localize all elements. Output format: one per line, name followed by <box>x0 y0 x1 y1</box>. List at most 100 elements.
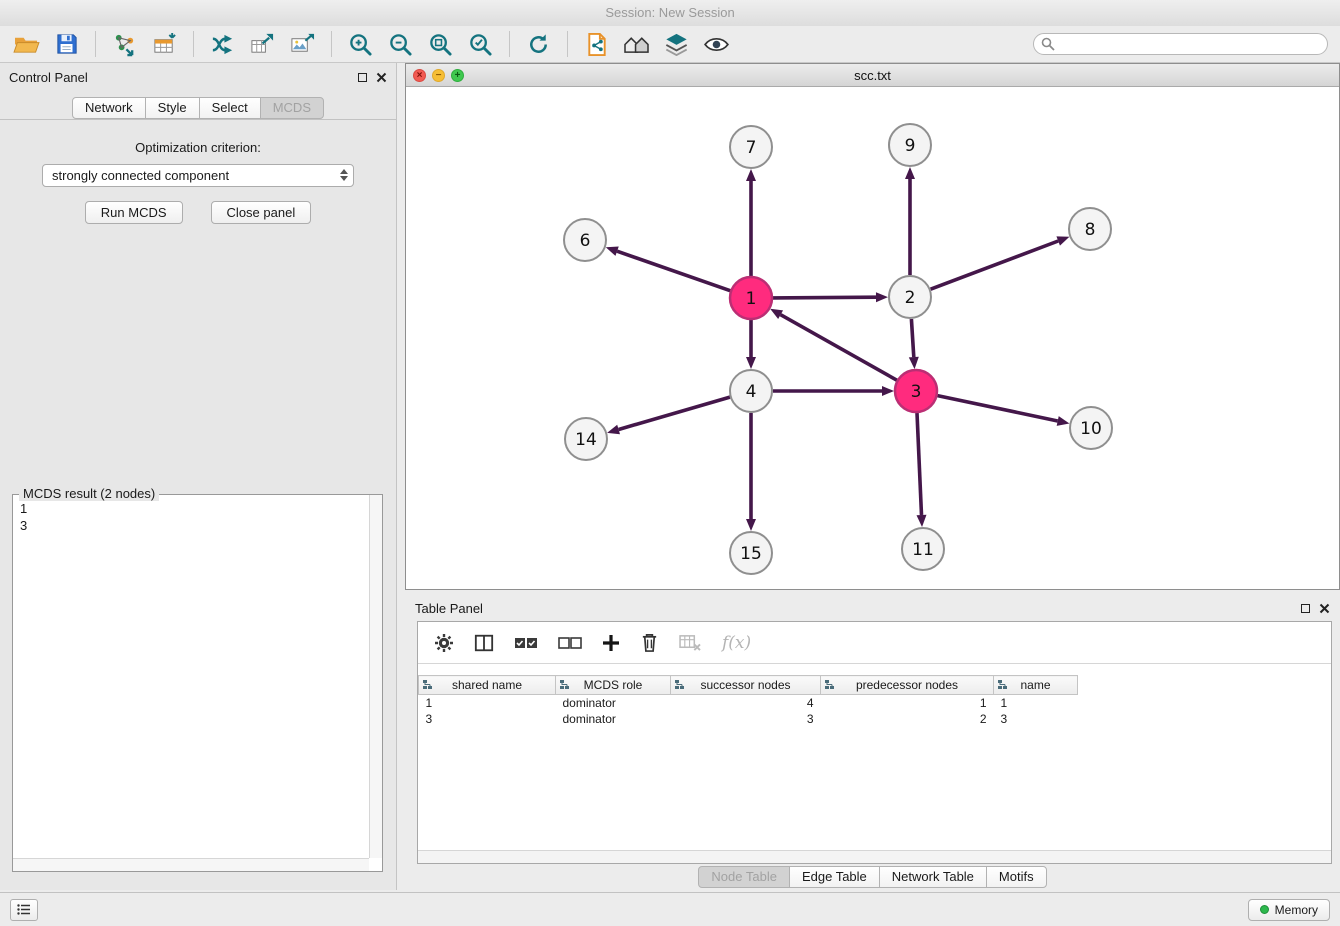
table-cell[interactable]: 1 <box>821 695 994 711</box>
table-cell[interactable]: 3 <box>419 711 556 727</box>
column-label: name <box>1020 678 1050 692</box>
tab-mcds[interactable]: MCDS <box>260 97 324 119</box>
table-row[interactable]: 1dominator411 <box>419 695 1078 711</box>
result-vertical-scrollbar[interactable] <box>369 495 382 858</box>
interaction-sort-icon[interactable] <box>422 679 433 693</box>
graph-node-7[interactable]: 7 <box>730 126 772 168</box>
select-all-columns-button[interactable] <box>514 635 538 651</box>
table-tab-network-table[interactable]: Network Table <box>879 866 987 888</box>
share-document-button[interactable] <box>580 30 613 58</box>
graph-node-4[interactable]: 4 <box>730 370 772 412</box>
edge-2-3[interactable] <box>911 319 913 357</box>
show-columns-button[interactable] <box>474 633 494 653</box>
table-cell[interactable]: dominator <box>556 695 671 711</box>
window-zoom-icon[interactable]: + <box>451 69 464 82</box>
column-header-successor-nodes[interactable]: successor nodes <box>671 676 821 695</box>
graph-node-10[interactable]: 10 <box>1070 407 1112 449</box>
float-panel-icon[interactable] <box>358 73 367 82</box>
new-network-button[interactable] <box>206 30 239 58</box>
table-cell[interactable]: 3 <box>671 711 821 727</box>
search-input[interactable] <box>1033 33 1328 55</box>
table-tab-motifs[interactable]: Motifs <box>986 866 1047 888</box>
result-horizontal-scrollbar[interactable] <box>13 858 369 871</box>
memory-button[interactable]: Memory <box>1248 899 1330 921</box>
table-cell[interactable]: 1 <box>419 695 556 711</box>
graph-node-6[interactable]: 6 <box>564 219 606 261</box>
zoom-out-button[interactable] <box>384 30 417 58</box>
close-panel-button[interactable]: Close panel <box>211 201 312 224</box>
zoom-fit-button[interactable] <box>424 30 457 58</box>
network-window-titlebar[interactable]: × − + scc.txt <box>406 64 1339 87</box>
tab-select[interactable]: Select <box>199 97 261 119</box>
tab-style[interactable]: Style <box>145 97 200 119</box>
import-table-button[interactable] <box>148 30 181 58</box>
edge-3-1[interactable] <box>781 315 897 381</box>
show-hide-button[interactable] <box>700 30 733 58</box>
graph-node-1[interactable]: 1 <box>730 277 772 319</box>
table-cell[interactable]: 3 <box>994 711 1078 727</box>
column-header-shared-name[interactable]: shared name <box>419 676 556 695</box>
open-session-button[interactable] <box>10 30 43 58</box>
edge-4-14[interactable] <box>619 397 730 429</box>
function-builder-button[interactable]: f(x) <box>722 633 751 653</box>
neighbors-button[interactable] <box>620 30 653 58</box>
style-button[interactable] <box>660 30 693 58</box>
graph-node-11[interactable]: 11 <box>902 528 944 570</box>
table-tab-node-table[interactable]: Node Table <box>698 866 790 888</box>
interaction-sort-icon[interactable] <box>674 679 685 693</box>
zoom-in-button[interactable] <box>344 30 377 58</box>
criterion-dropdown[interactable]: strongly connected component <box>42 164 354 187</box>
graph-node-2[interactable]: 2 <box>889 276 931 318</box>
float-panel-icon[interactable] <box>1301 604 1310 613</box>
edge-3-11[interactable] <box>917 413 922 515</box>
interaction-sort-icon[interactable] <box>997 679 1008 693</box>
close-panel-icon[interactable] <box>376 72 387 83</box>
edge-1-6[interactable] <box>617 251 730 291</box>
tab-network[interactable]: Network <box>72 97 146 119</box>
import-network-button[interactable] <box>108 30 141 58</box>
table-cell[interactable]: dominator <box>556 711 671 727</box>
optimization-criterion-label: Optimization criterion: <box>0 140 396 155</box>
network-graph[interactable]: 7 9 6 8 1 2 4 3 14 10 15 11 <box>406 87 1339 589</box>
clear-table-button[interactable] <box>679 633 702 652</box>
control-panel-header: Control Panel <box>0 63 396 91</box>
graph-node-8[interactable]: 8 <box>1069 208 1111 250</box>
table-cell[interactable]: 4 <box>671 695 821 711</box>
graph-node-9[interactable]: 9 <box>889 124 931 166</box>
unselect-all-columns-button[interactable] <box>558 635 582 651</box>
table-cell[interactable]: 2 <box>821 711 994 727</box>
edge-1-2[interactable] <box>773 297 876 298</box>
export-image-button[interactable] <box>286 30 319 58</box>
column-header-predecessor-nodes[interactable]: predecessor nodes <box>821 676 994 695</box>
window-close-icon[interactable]: × <box>413 69 426 82</box>
edge-2-8[interactable] <box>931 241 1059 289</box>
graph-node-15[interactable]: 15 <box>730 532 772 574</box>
zoom-selected-button[interactable] <box>464 30 497 58</box>
interaction-sort-icon[interactable] <box>559 679 570 693</box>
table-settings-button[interactable] <box>434 633 454 653</box>
delete-column-button[interactable] <box>640 632 659 653</box>
control-panel-title: Control Panel <box>9 70 88 85</box>
task-history-button[interactable] <box>10 899 38 921</box>
table-cell[interactable]: 1 <box>994 695 1078 711</box>
table-row[interactable]: 3dominator323 <box>419 711 1078 727</box>
interaction-sort-icon[interactable] <box>824 679 835 693</box>
column-header-MCDS-role[interactable]: MCDS role <box>556 676 671 695</box>
table-horizontal-scrollbar[interactable] <box>418 850 1331 863</box>
apply-layout-button[interactable] <box>522 30 555 58</box>
table-tab-edge-table[interactable]: Edge Table <box>789 866 880 888</box>
mcds-result-text[interactable]: 13 <box>14 497 367 856</box>
create-column-button[interactable] <box>602 634 620 652</box>
run-mcds-button[interactable]: Run MCDS <box>85 201 183 224</box>
network-canvas[interactable]: 7 9 6 8 1 2 4 3 14 10 15 11 <box>406 87 1339 589</box>
edge-3-10[interactable] <box>938 396 1058 421</box>
node-label: 3 <box>911 382 922 402</box>
graph-node-14[interactable]: 14 <box>565 418 607 460</box>
column-header-name[interactable]: name <box>994 676 1078 695</box>
eye-icon <box>703 35 730 54</box>
window-minimize-icon[interactable]: − <box>432 69 445 82</box>
network-from-table-button[interactable] <box>246 30 279 58</box>
save-session-button[interactable] <box>50 30 83 58</box>
graph-node-3[interactable]: 3 <box>895 370 937 412</box>
close-panel-icon[interactable] <box>1319 603 1330 614</box>
